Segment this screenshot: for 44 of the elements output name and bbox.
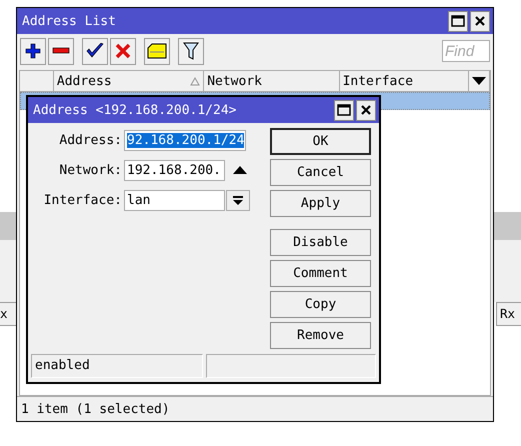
maximize-icon — [451, 15, 465, 27]
field-label: Interface: — [42, 193, 123, 208]
find-field[interactable]: Find — [442, 40, 490, 62]
add-button[interactable] — [20, 38, 46, 64]
minus-icon — [52, 47, 70, 55]
enable-button[interactable] — [82, 38, 108, 64]
filter-button[interactable] — [178, 38, 204, 64]
cross-icon — [115, 43, 131, 59]
dialog-button[interactable]: Remove — [270, 322, 371, 349]
down-arrow-icon — [232, 194, 244, 206]
column-header: Rx — [496, 302, 521, 326]
status-cell: enabled — [31, 354, 203, 378]
input-field[interactable]: 192.168.200. — [124, 160, 225, 181]
dialog-button[interactable]: Comment — [270, 260, 371, 287]
maximize-button[interactable] — [448, 10, 468, 32]
remove-button[interactable] — [48, 38, 74, 64]
maximize-button[interactable] — [334, 100, 354, 120]
dialog-title: Address <192.168.200.1/24> — [33, 102, 236, 118]
caret-icon — [472, 77, 486, 85]
dialog-button[interactable]: Disable — [270, 229, 371, 256]
dialog-button[interactable]: OK — [270, 128, 371, 155]
input-field[interactable]: lan — [124, 190, 225, 211]
plus-icon — [25, 43, 41, 59]
sort-icon — [190, 76, 200, 86]
dropdown-button[interactable] — [226, 190, 250, 211]
maximize-icon — [337, 104, 351, 116]
status-text: 1 item (1 selected) — [21, 402, 170, 416]
input-field[interactable]: 92.168.200.1/24 — [124, 130, 246, 151]
dialog-button[interactable]: Copy — [270, 291, 371, 318]
close-button[interactable] — [470, 10, 490, 32]
checkmark-icon — [86, 43, 104, 59]
disable-button[interactable] — [110, 38, 136, 64]
comment-button[interactable] — [144, 38, 170, 64]
note-icon — [147, 43, 167, 59]
field-label: Address: — [58, 133, 123, 148]
up-arrow-icon[interactable] — [233, 166, 247, 175]
dialog-button[interactable]: Apply — [270, 190, 371, 217]
field-label: Network: — [58, 163, 123, 178]
close-button[interactable] — [356, 100, 376, 120]
close-icon — [474, 15, 486, 27]
filter-icon — [183, 42, 199, 60]
window-title: Address List — [22, 14, 116, 28]
dialog-button[interactable]: Cancel — [270, 159, 371, 186]
close-icon — [360, 104, 372, 116]
